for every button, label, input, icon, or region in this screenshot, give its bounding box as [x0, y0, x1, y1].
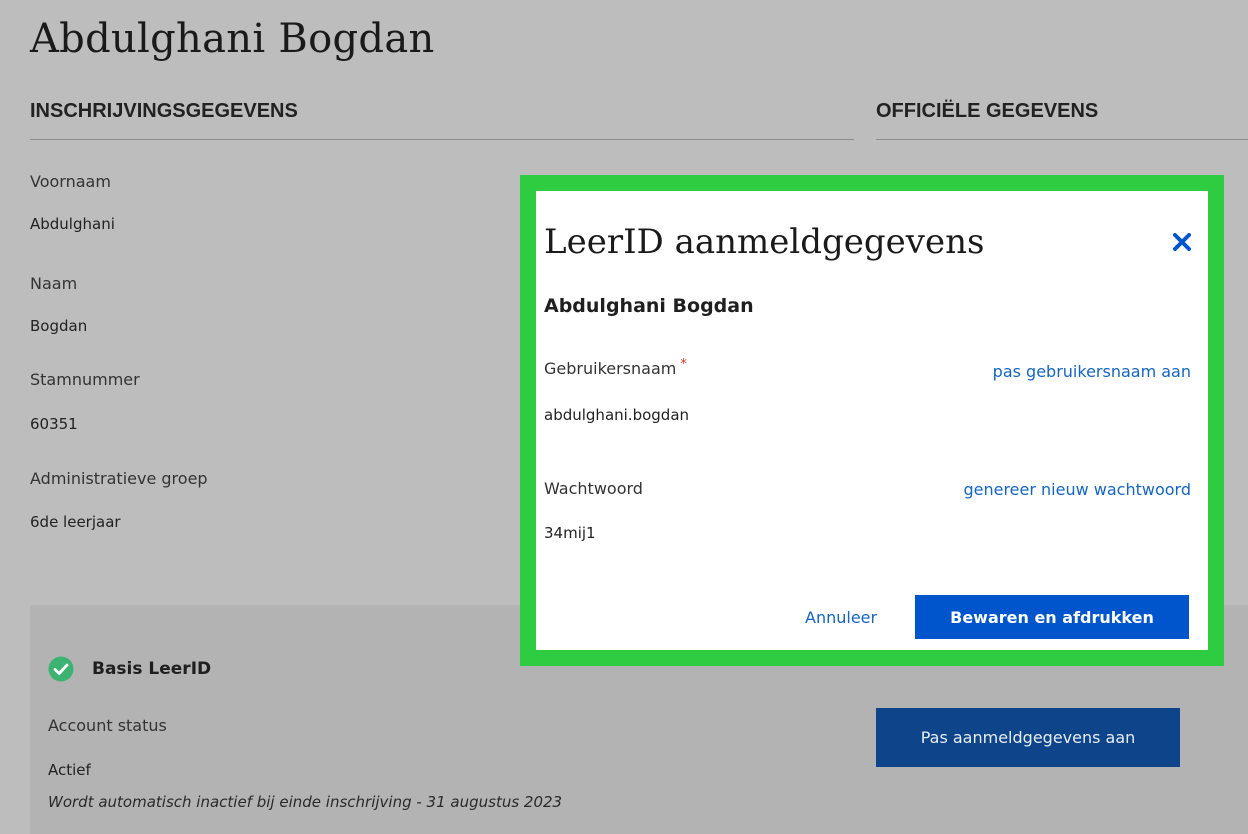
username-label-text: Gebruikersnaam — [544, 359, 677, 378]
account-status-label: Account status — [48, 716, 167, 735]
username-value: abdulghani.bogdan — [544, 406, 690, 424]
change-username-link[interactable]: pas gebruikersnaam aan — [993, 362, 1191, 381]
enrollment-heading: INSCHRIJVINGSGEGEVENS — [30, 100, 298, 122]
username-label: Gebruikersnaam * — [544, 357, 687, 378]
close-icon[interactable] — [1173, 233, 1191, 251]
modal-title: LeerID aanmeldgegevens — [544, 222, 985, 262]
modal-student-name: Abdulghani Bogdan — [544, 295, 754, 317]
account-status-value: Actief — [48, 761, 91, 779]
enrollment-divider — [30, 139, 854, 140]
field-label-naam: Naam — [30, 274, 78, 293]
generate-password-link[interactable]: genereer nieuw wachtwoord — [963, 480, 1191, 499]
leerid-credentials-modal: LeerID aanmeldgegevens Abdulghani Bogdan… — [536, 191, 1208, 650]
check-circle-icon — [48, 656, 74, 682]
password-label: Wachtwoord — [544, 479, 643, 498]
cancel-link[interactable]: Annuleer — [805, 608, 877, 627]
basis-leerid-title: Basis LeerID — [92, 659, 212, 679]
inactive-note: Wordt automatisch inactief bij einde ins… — [48, 793, 563, 811]
save-and-print-button[interactable]: Bewaren en afdrukken — [915, 595, 1189, 639]
field-label-stamnummer: Stamnummer — [30, 370, 140, 389]
field-label-voornaam: Voornaam — [30, 172, 111, 191]
field-value-naam: Bogdan — [30, 317, 88, 335]
field-value-administratieve-groep: 6de leerjaar — [30, 513, 121, 531]
modal-highlight-frame: LeerID aanmeldgegevens Abdulghani Bogdan… — [520, 175, 1224, 666]
field-label-administratieve-groep: Administratieve groep — [30, 469, 208, 488]
password-value: 34mij1 — [544, 524, 596, 542]
field-value-stamnummer: 60351 — [30, 415, 78, 433]
official-heading: OFFICIËLE GEGEVENS — [876, 100, 1099, 122]
page-title: Abdulghani Bogdan — [30, 16, 435, 62]
field-value-voornaam: Abdulghani — [30, 215, 115, 233]
edit-credentials-button[interactable]: Pas aanmeldgegevens aan — [876, 708, 1180, 767]
required-marker: * — [680, 357, 687, 372]
official-divider — [876, 139, 1248, 140]
